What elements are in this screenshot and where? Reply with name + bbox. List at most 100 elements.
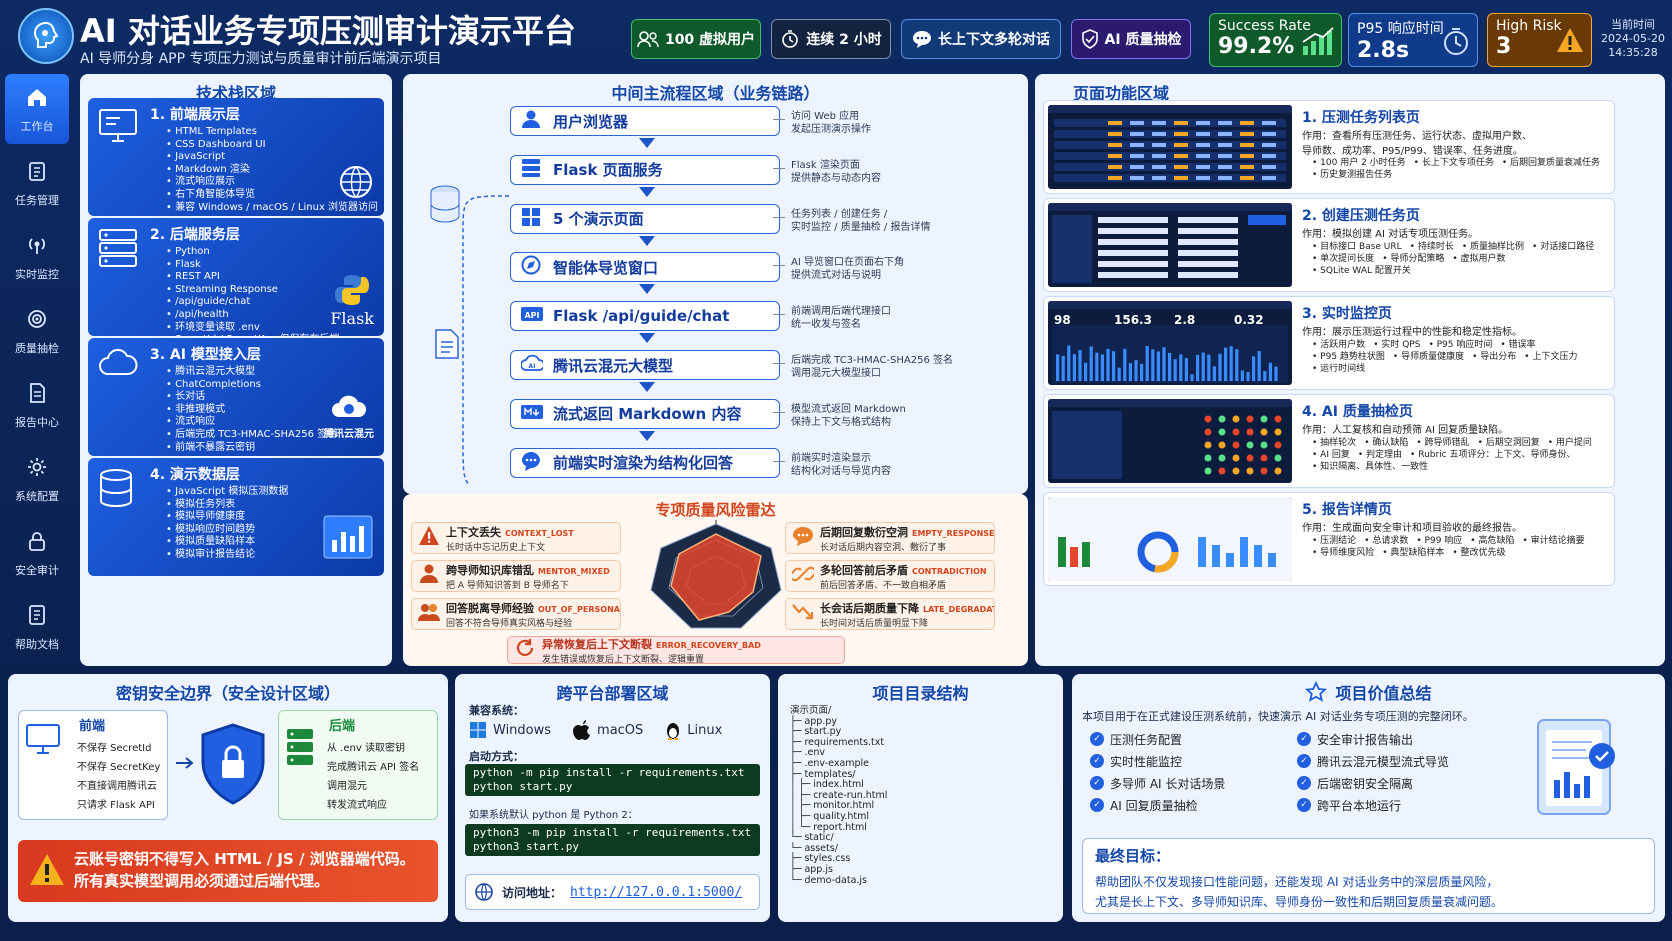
page-point: 抽样轮次	[1312, 437, 1364, 449]
tech-item: Python	[166, 246, 374, 259]
frontend-title: 前端	[79, 719, 106, 734]
chip-duration[interactable]: 连续 2 小时	[771, 19, 891, 59]
page-point: 导师维度风险	[1312, 547, 1382, 559]
flow-step-7[interactable]: 流式返回 Markdown 内容	[510, 398, 780, 429]
chip-virtual-users[interactable]: 100 虚拟用户	[631, 19, 761, 59]
flow-step-note: AI 导览窗口在页面右下角 提供流式对话与说明	[791, 256, 1001, 282]
flow-step-1[interactable]: 用户浏览器	[510, 106, 780, 136]
risk-item-6[interactable]: 长会话后期质量下降 LATE_DEGRADATION 长时间对话后质量明显下降	[785, 598, 995, 630]
page-card-2[interactable]: 2. 创建压测任务页作用：模拟创建 AI 对话专项压测任务。目标接口 Base …	[1043, 198, 1615, 292]
note-line: 访问 Web 应用	[791, 111, 860, 122]
panel-title: 中间主流程区域（业务链路）	[611, 84, 820, 103]
command-line: python start.py	[473, 780, 573, 793]
sidebar-item-4[interactable]: 质量抽检	[5, 296, 69, 366]
tree-line: └─ demo-data.js	[790, 874, 868, 886]
monitor-icon	[26, 724, 60, 754]
page-point: P99 响应	[1416, 535, 1470, 547]
check-circle-icon: ✓	[1090, 754, 1104, 768]
tech-item: 腾讯云混元大模型	[166, 366, 374, 379]
page-point: 确认缺陷	[1364, 437, 1416, 449]
check-circle-icon: ✓	[1090, 776, 1104, 790]
page-point: Rubric 五项评分：上下文、导师身份、	[1410, 449, 1583, 461]
chip-quality-check[interactable]: AI 质量抽检	[1071, 19, 1191, 59]
flow-arrow	[639, 138, 655, 148]
page-point: 压测结论	[1312, 535, 1364, 547]
arrow-right-icon	[176, 757, 194, 769]
risk-title-row: 后期回复敷衍空洞 EMPTY_RESPONSE	[820, 524, 994, 540]
chip-label: 长上下文多轮对话	[938, 32, 1050, 48]
tree-line: 演示页面/	[790, 705, 832, 716]
check-circle-icon: ✓	[1297, 754, 1311, 768]
page-point: 知识隔离、具体性、一致性	[1312, 461, 1436, 473]
flow-step-3[interactable]: 5 个演示页面	[510, 203, 780, 234]
deploy-panel: 跨平台部署区域 兼容系统： Windows macOS Linux 启动方式： …	[455, 674, 770, 922]
page-card-3[interactable]: 98 156.3 2.8 0.32 3. 实时监控页 作用：展示压测运行过程中的性能和稳定…	[1043, 296, 1615, 390]
page-card-points: 压测结论总请求数P99 响应高危缺陷审计结论摘要导师维度风险典型缺陷样本整改优先…	[1312, 535, 1612, 559]
start-command-block[interactable]: python -m pip install -r requirements.tx…	[465, 764, 760, 796]
page-point: 长上下文专项任务	[1414, 157, 1502, 169]
value-title-row: 项目价值总结	[1072, 680, 1665, 704]
sidebar-item-3[interactable]: 实时监控	[5, 222, 69, 292]
database-icon	[98, 468, 134, 512]
tech-card-3: 3. AI 模型接入层腾讯云混元大模型ChatCompletions长对话非推理…	[88, 338, 384, 456]
flow-arrow	[639, 430, 655, 441]
risk-item-1[interactable]: 上下文丢失 CONTEXT_LOST 长时话中忘记历史上下文	[411, 522, 621, 554]
note-line: Flask 渲染页面	[791, 159, 860, 171]
server-rack-icon	[98, 228, 138, 272]
tech-card-title: 2. 后端服务层	[150, 227, 240, 243]
risk-code: ERROR_RECOVERY_BAD	[656, 640, 761, 650]
risk-item-5[interactable]: 多轮回答前后矛盾 CONTRADICTION 前后回答矛盾、不一致自相矛盾	[785, 560, 995, 592]
note-connector	[773, 411, 785, 413]
page-screenshot-thumbnail: 98 156.3 2.8 0.32	[1048, 301, 1292, 385]
page-card-title: 4. AI 质量抽检页	[1302, 404, 1413, 420]
risk-item-3[interactable]: 回答脱离导师经验 OUT_OF_PERSONA 回答不符合导师真实风格与经验	[411, 598, 621, 630]
flow-step-6[interactable]: AI 腾讯云混元大模型	[510, 350, 780, 380]
flow-step-8[interactable]: 前端实时渲染为结构化回答	[510, 447, 780, 478]
note-connector	[773, 363, 785, 364]
sidebar-item-8[interactable]: 帮助文档	[5, 592, 69, 662]
sidebar-item-1[interactable]: 工作台	[5, 74, 69, 144]
frontend-box: 前端 不保存 SecretId 不保存 SecretKey 不直接调用腾讯云 只请求 …	[18, 710, 168, 820]
page-card-desc: 作用：展示压测运行过程中的性能和稳定性指标。	[1302, 323, 1522, 338]
page-card-5[interactable]: 5. 报告详情页作用：生成面向安全审计和项目验收的最终报告。压测结论总请求数P9…	[1043, 492, 1615, 586]
sidebar-item-6[interactable]: 系统配置	[5, 444, 69, 514]
value-item-label: 跨平台本地运行	[1317, 798, 1402, 813]
sidebar-item-7[interactable]: 安全审计	[5, 518, 69, 588]
sidebar-item-2[interactable]: 任务管理	[5, 148, 69, 218]
page-point: 错误率	[1500, 339, 1543, 351]
check-circle-icon: ✓	[1297, 798, 1311, 812]
risk-desc: 发生错误或恢复后上下文断裂、逻辑重置	[542, 654, 705, 664]
svg-text:API: API	[524, 311, 539, 320]
page-card-4[interactable]: 4. AI 质量抽检页作用：人工复核和自动预筛 AI 回复质量缺陷。抽样轮次确认…	[1043, 394, 1615, 488]
tech-item: HTML Templates	[166, 126, 374, 139]
flow-step-label: 5 个演示页面	[553, 210, 644, 229]
risk-title: 多轮回答前后矛盾	[820, 563, 908, 577]
markdown-icon	[521, 402, 543, 426]
apple-icon	[573, 720, 591, 740]
risk-item-2[interactable]: 跨导师知识库错乱 MENTOR_MIXED 把 A 导师知识答到 B 导师名下	[411, 560, 621, 592]
note-connector	[773, 460, 785, 462]
panel-title: 项目价值总结	[1335, 684, 1432, 703]
trend-down-icon	[792, 601, 814, 627]
page-point: 导师分配策略	[1382, 253, 1452, 265]
flow-step-2[interactable]: Flask 页面服务	[510, 154, 780, 185]
risk-item-4[interactable]: 后期回复敷衍空洞 EMPTY_RESPONSE 长对话后期内容空洞、敷衍了事	[785, 522, 995, 554]
page-subtitle: AI 导师分身 APP 专项压力测试与质量审计前后端演示项目	[80, 51, 442, 67]
chip-long-context[interactable]: 长上下文多轮对话	[901, 19, 1061, 59]
sidebar-item-5[interactable]: 报告中心	[5, 370, 69, 440]
note-line: 任务列表 / 创建任务 /	[791, 208, 888, 220]
risk-title-row: 异常恢复后上下文断裂 ERROR_RECOVERY_BAD	[542, 637, 761, 652]
bar-chart-up-icon	[1302, 27, 1334, 55]
tech-card-list: HTML TemplatesCSS Dashboard UIJavaScript…	[98, 126, 378, 214]
start-label: 启动方式：	[469, 750, 524, 763]
risk-item-7[interactable]: 异常恢复后上下文断裂 ERROR_RECOVERY_BAD 发生错误或恢复后上下文断…	[507, 636, 845, 664]
page-card-1[interactable]: 1. 压测任务列表页 作用：查看所有压测任务、运行状态、虚拟用户数、 导师数、成功率…	[1043, 100, 1615, 194]
risk-desc: 长时话中忘记历史上下文	[446, 542, 546, 553]
python-flask-badge: Flask	[330, 273, 374, 328]
access-url-link[interactable]: http://127.0.0.1:5000/	[570, 885, 742, 900]
py3-command-block[interactable]: python3 -m pip install -r requirements.t…	[465, 824, 760, 856]
flow-step-4[interactable]: 智能体导览窗口	[510, 252, 780, 283]
timer-icon	[782, 30, 799, 48]
flow-step-5[interactable]: API Flask /api/guide/chat	[510, 301, 780, 332]
note-line: 前端调用后端代理接口	[791, 306, 891, 318]
